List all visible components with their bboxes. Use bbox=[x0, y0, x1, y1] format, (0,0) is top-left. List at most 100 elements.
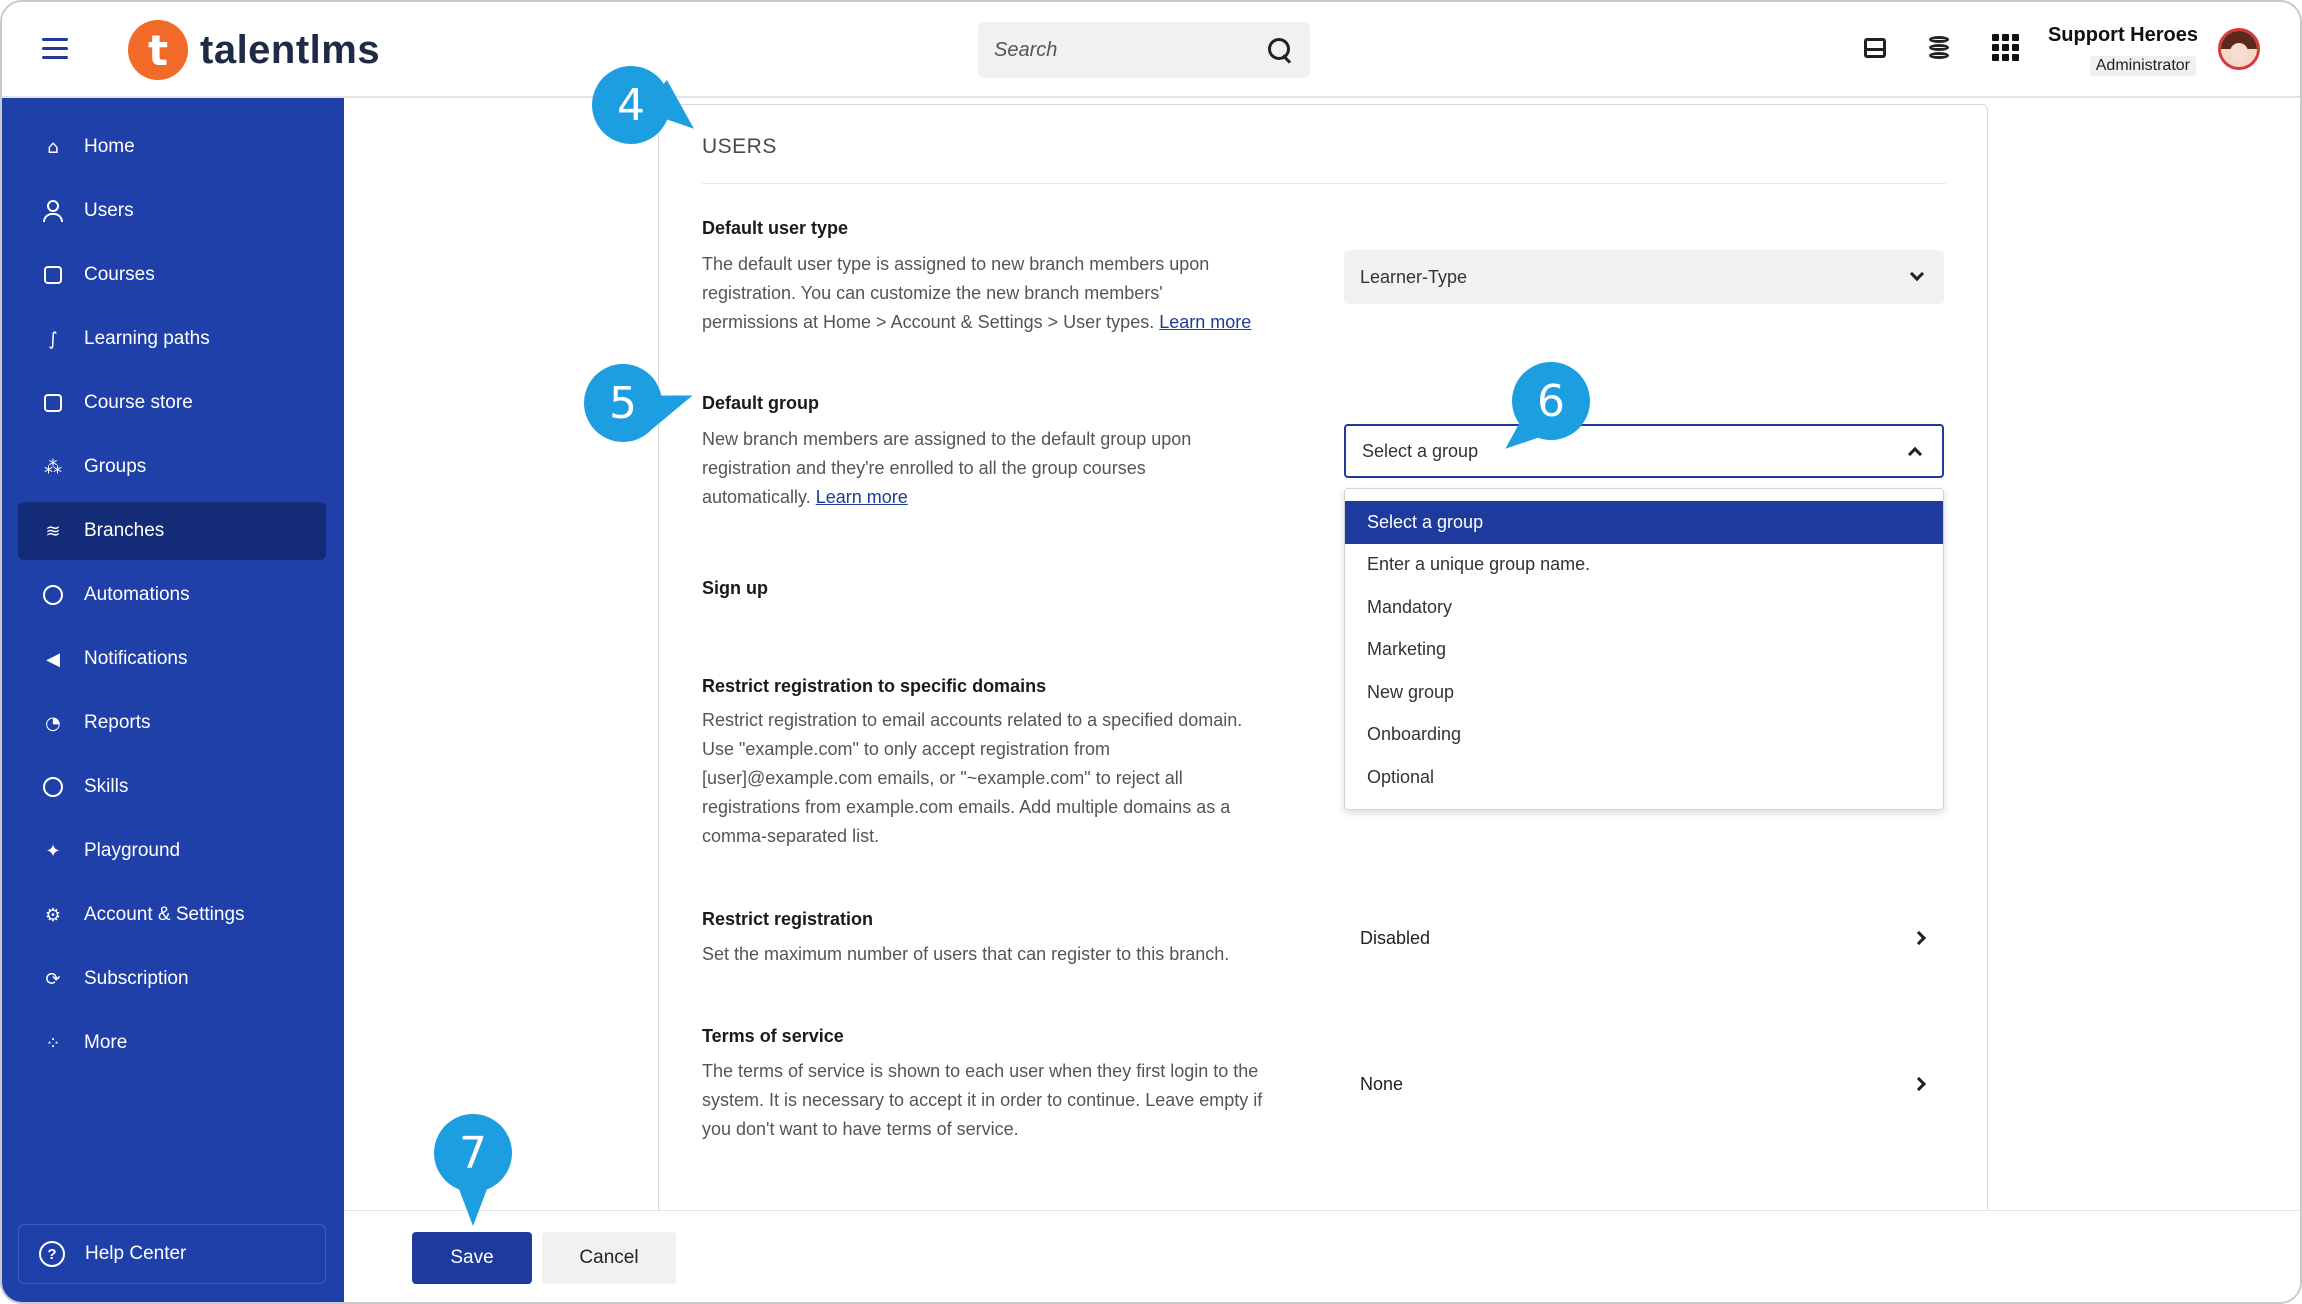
sidebar-item-label: Learning paths bbox=[84, 328, 210, 349]
grid-icon: ⁘ bbox=[45, 1032, 61, 1054]
inbox-icon[interactable] bbox=[1862, 34, 1890, 62]
groups-icon: ⁂ bbox=[44, 456, 62, 478]
desc-line: registration. You can customize the new … bbox=[702, 283, 1163, 303]
sidebar-item-label: Notifications bbox=[84, 648, 188, 669]
dropdown-option[interactable]: Optional bbox=[1345, 756, 1943, 799]
save-button[interactable]: Save bbox=[412, 1232, 532, 1284]
gear-icon: ⚙ bbox=[44, 904, 62, 926]
terms-title: Terms of service bbox=[702, 1026, 844, 1046]
sidebar-item-learning-paths[interactable]: ∫ Learning paths bbox=[18, 310, 326, 368]
sidebar-item-skills[interactable]: Skills bbox=[18, 758, 326, 816]
sidebar-item-home[interactable]: ⌂ Home bbox=[18, 118, 326, 176]
terms-row[interactable]: None bbox=[1360, 1064, 1930, 1104]
default-user-type-select[interactable]: Learner-Type bbox=[1344, 250, 1944, 304]
cancel-button[interactable]: Cancel bbox=[542, 1232, 676, 1284]
user-name[interactable]: Support Heroes bbox=[2048, 24, 2198, 47]
sidebar-item-label: Account & Settings bbox=[84, 904, 245, 925]
help-icon: ? bbox=[39, 1241, 65, 1267]
desc-line: registrations from example.com emails. A… bbox=[702, 797, 1231, 817]
sidebar-item-label: Skills bbox=[84, 776, 129, 797]
restrict-registration-row[interactable]: Disabled bbox=[1360, 918, 1930, 958]
row-value: None bbox=[1360, 1073, 1404, 1094]
sidebar-item-label: More bbox=[84, 1032, 128, 1053]
app-window: t talentlms Support Heroes Administrator… bbox=[0, 0, 2302, 1304]
terms-description: The terms of service is shown to each us… bbox=[702, 1057, 1322, 1144]
desc-line: system. It is necessary to accept it in … bbox=[702, 1090, 1263, 1110]
sidebar-item-subscription[interactable]: ⟳ Subscription bbox=[18, 950, 326, 1008]
pie-chart-icon: ◔ bbox=[45, 712, 61, 734]
megaphone-icon: ◀ bbox=[46, 648, 60, 670]
desc-line: comma-separated list. bbox=[702, 826, 880, 846]
callout-marker-6: 6 bbox=[1493, 362, 1590, 463]
default-group-dropdown: Select a group Enter a unique group name… bbox=[1344, 488, 1944, 810]
sidebar-item-label: Courses bbox=[84, 264, 155, 285]
restrict-domains-description: Restrict registration to email accounts … bbox=[702, 706, 1322, 851]
sidebar-item-label: Branches bbox=[84, 520, 165, 541]
dropdown-option[interactable]: New group bbox=[1345, 671, 1943, 714]
sidebar-item-label: Groups bbox=[84, 456, 147, 477]
section-divider bbox=[702, 183, 1946, 184]
restrict-registration-title: Restrict registration bbox=[702, 909, 874, 929]
default-group-title: Default group bbox=[702, 393, 819, 413]
restrict-domains-title: Restrict registration to specific domain… bbox=[702, 676, 1047, 696]
dropdown-option[interactable]: Marketing bbox=[1345, 629, 1943, 672]
help-center-label: Help Center bbox=[85, 1243, 187, 1264]
desc-line: New branch members are assigned to the d… bbox=[702, 429, 1192, 449]
sidebar-item-playground[interactable]: ✦ Playground bbox=[18, 822, 326, 880]
menu-icon[interactable] bbox=[42, 38, 68, 60]
sidebar-item-automations[interactable]: Automations bbox=[18, 566, 326, 624]
desc-line: Restrict registration to email accounts … bbox=[702, 710, 1243, 730]
row-value: Disabled bbox=[1360, 927, 1431, 948]
callout-marker-5: 5 bbox=[584, 364, 699, 442]
chevron-down-icon bbox=[1909, 266, 1925, 282]
default-group-select[interactable]: Select a group bbox=[1344, 424, 1944, 478]
brain-icon bbox=[42, 776, 64, 798]
sparkle-icon: ✦ bbox=[45, 840, 61, 862]
search-icon[interactable] bbox=[1266, 36, 1294, 64]
avatar[interactable] bbox=[2218, 28, 2260, 70]
apps-grid-icon[interactable] bbox=[1992, 34, 2019, 61]
callout-marker-7: 7 bbox=[434, 1114, 512, 1226]
chevron-up-icon bbox=[1907, 446, 1923, 462]
sidebar-item-courses[interactable]: Courses bbox=[18, 246, 326, 304]
user-icon bbox=[42, 200, 64, 222]
dropdown-option[interactable]: Onboarding bbox=[1345, 714, 1943, 757]
sidebar-item-label: Automations bbox=[84, 584, 190, 605]
chevron-right-icon bbox=[1911, 1076, 1927, 1092]
main-content bbox=[344, 98, 2300, 1214]
sidebar-item-groups[interactable]: ⁂ Groups bbox=[18, 438, 326, 496]
default-user-type-title: Default user type bbox=[702, 218, 849, 238]
learn-more-link[interactable]: Learn more bbox=[816, 487, 908, 507]
dropdown-option[interactable]: Mandatory bbox=[1345, 586, 1943, 629]
desc-line: [user]@example.com emails, or "~example.… bbox=[702, 768, 1183, 788]
dropdown-option[interactable]: Enter a unique group name. bbox=[1345, 544, 1943, 587]
default-user-type-description: The default user type is assigned to new… bbox=[702, 250, 1302, 337]
chevron-right-icon bbox=[1911, 930, 1927, 946]
learn-more-link[interactable]: Learn more bbox=[1159, 312, 1251, 332]
sidebar-item-more[interactable]: ⁘ More bbox=[18, 1014, 326, 1072]
desc-line: permissions at Home > Account & Settings… bbox=[702, 308, 1302, 337]
sidebar-item-notifications[interactable]: ◀ Notifications bbox=[18, 630, 326, 688]
automation-icon bbox=[42, 584, 64, 606]
select-value: Learner-Type bbox=[1360, 266, 1468, 287]
course-icon bbox=[42, 264, 64, 286]
sidebar-item-account-settings[interactable]: ⚙ Account & Settings bbox=[18, 886, 326, 944]
help-center-button[interactable]: ? Help Center bbox=[18, 1224, 326, 1284]
sidebar-item-reports[interactable]: ◔ Reports bbox=[18, 694, 326, 752]
coins-icon[interactable] bbox=[1927, 34, 1955, 62]
sidebar-item-branches[interactable]: ≋ Branches bbox=[18, 502, 326, 560]
desc-text: automatically. bbox=[702, 487, 816, 507]
user-role-badge[interactable]: Administrator bbox=[2089, 56, 2196, 76]
dropdown-option[interactable]: Select a group bbox=[1345, 501, 1943, 544]
top-bar: t talentlms Support Heroes Administrator bbox=[2, 2, 2300, 98]
sidebar-item-course-store[interactable]: Course store bbox=[18, 374, 326, 432]
marker-number: 7 bbox=[459, 1127, 487, 1179]
logo[interactable]: t talentlms bbox=[128, 20, 380, 80]
callout-pointer bbox=[454, 1176, 492, 1226]
sidebar-item-label: Course store bbox=[84, 392, 193, 413]
sidebar-item-label: Reports bbox=[84, 712, 151, 733]
sidebar-item-users[interactable]: Users bbox=[18, 182, 326, 240]
path-icon: ∫ bbox=[48, 328, 58, 350]
search-input[interactable] bbox=[994, 38, 1266, 62]
desc-line: registration and they're enrolled to all… bbox=[702, 458, 1146, 478]
